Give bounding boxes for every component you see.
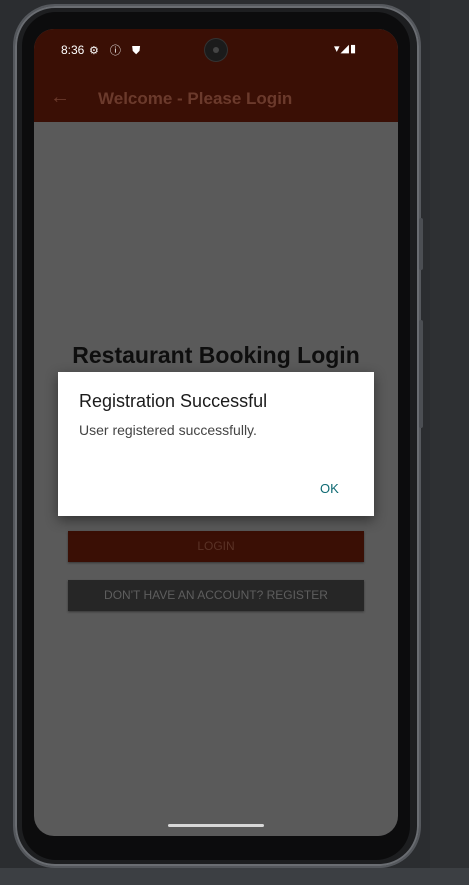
home-indicator[interactable] <box>168 824 264 827</box>
status-signal-battery-icons: ▾◢▮ <box>334 43 358 55</box>
login-heading: Restaurant Booking Login <box>72 342 360 368</box>
app-bar-title: Welcome - Please Login <box>98 89 293 108</box>
emulator-side-panel <box>430 0 469 885</box>
front-camera-icon <box>205 39 227 61</box>
power-button[interactable] <box>419 320 423 428</box>
register-button[interactable]: DON'T HAVE AN ACCOUNT? REGISTER <box>68 580 364 611</box>
volume-button[interactable] <box>419 218 423 270</box>
dialog-ok-button[interactable]: OK <box>320 481 339 496</box>
device-screen: 8:36 ⚙ ⓘ ⛊ ▾◢▮ ← Welcome - Please Login … <box>34 29 398 836</box>
dialog-title: Registration Successful <box>79 391 268 411</box>
registration-dialog: Registration Successful User registered … <box>58 372 374 516</box>
back-arrow-icon[interactable]: ← <box>50 86 70 109</box>
emulator-bottom-bar <box>0 868 469 885</box>
status-bar: 8:36 ⚙ ⓘ ⛊ ▾◢▮ <box>34 29 398 73</box>
login-button[interactable]: LOGIN <box>68 531 364 562</box>
dialog-message: User registered successfully. <box>79 422 257 438</box>
app-bar: ← Welcome - Please Login <box>34 73 398 122</box>
status-notification-icons: ⚙ ⓘ ⛊ <box>89 45 145 57</box>
status-time: 8:36 <box>61 43 85 57</box>
